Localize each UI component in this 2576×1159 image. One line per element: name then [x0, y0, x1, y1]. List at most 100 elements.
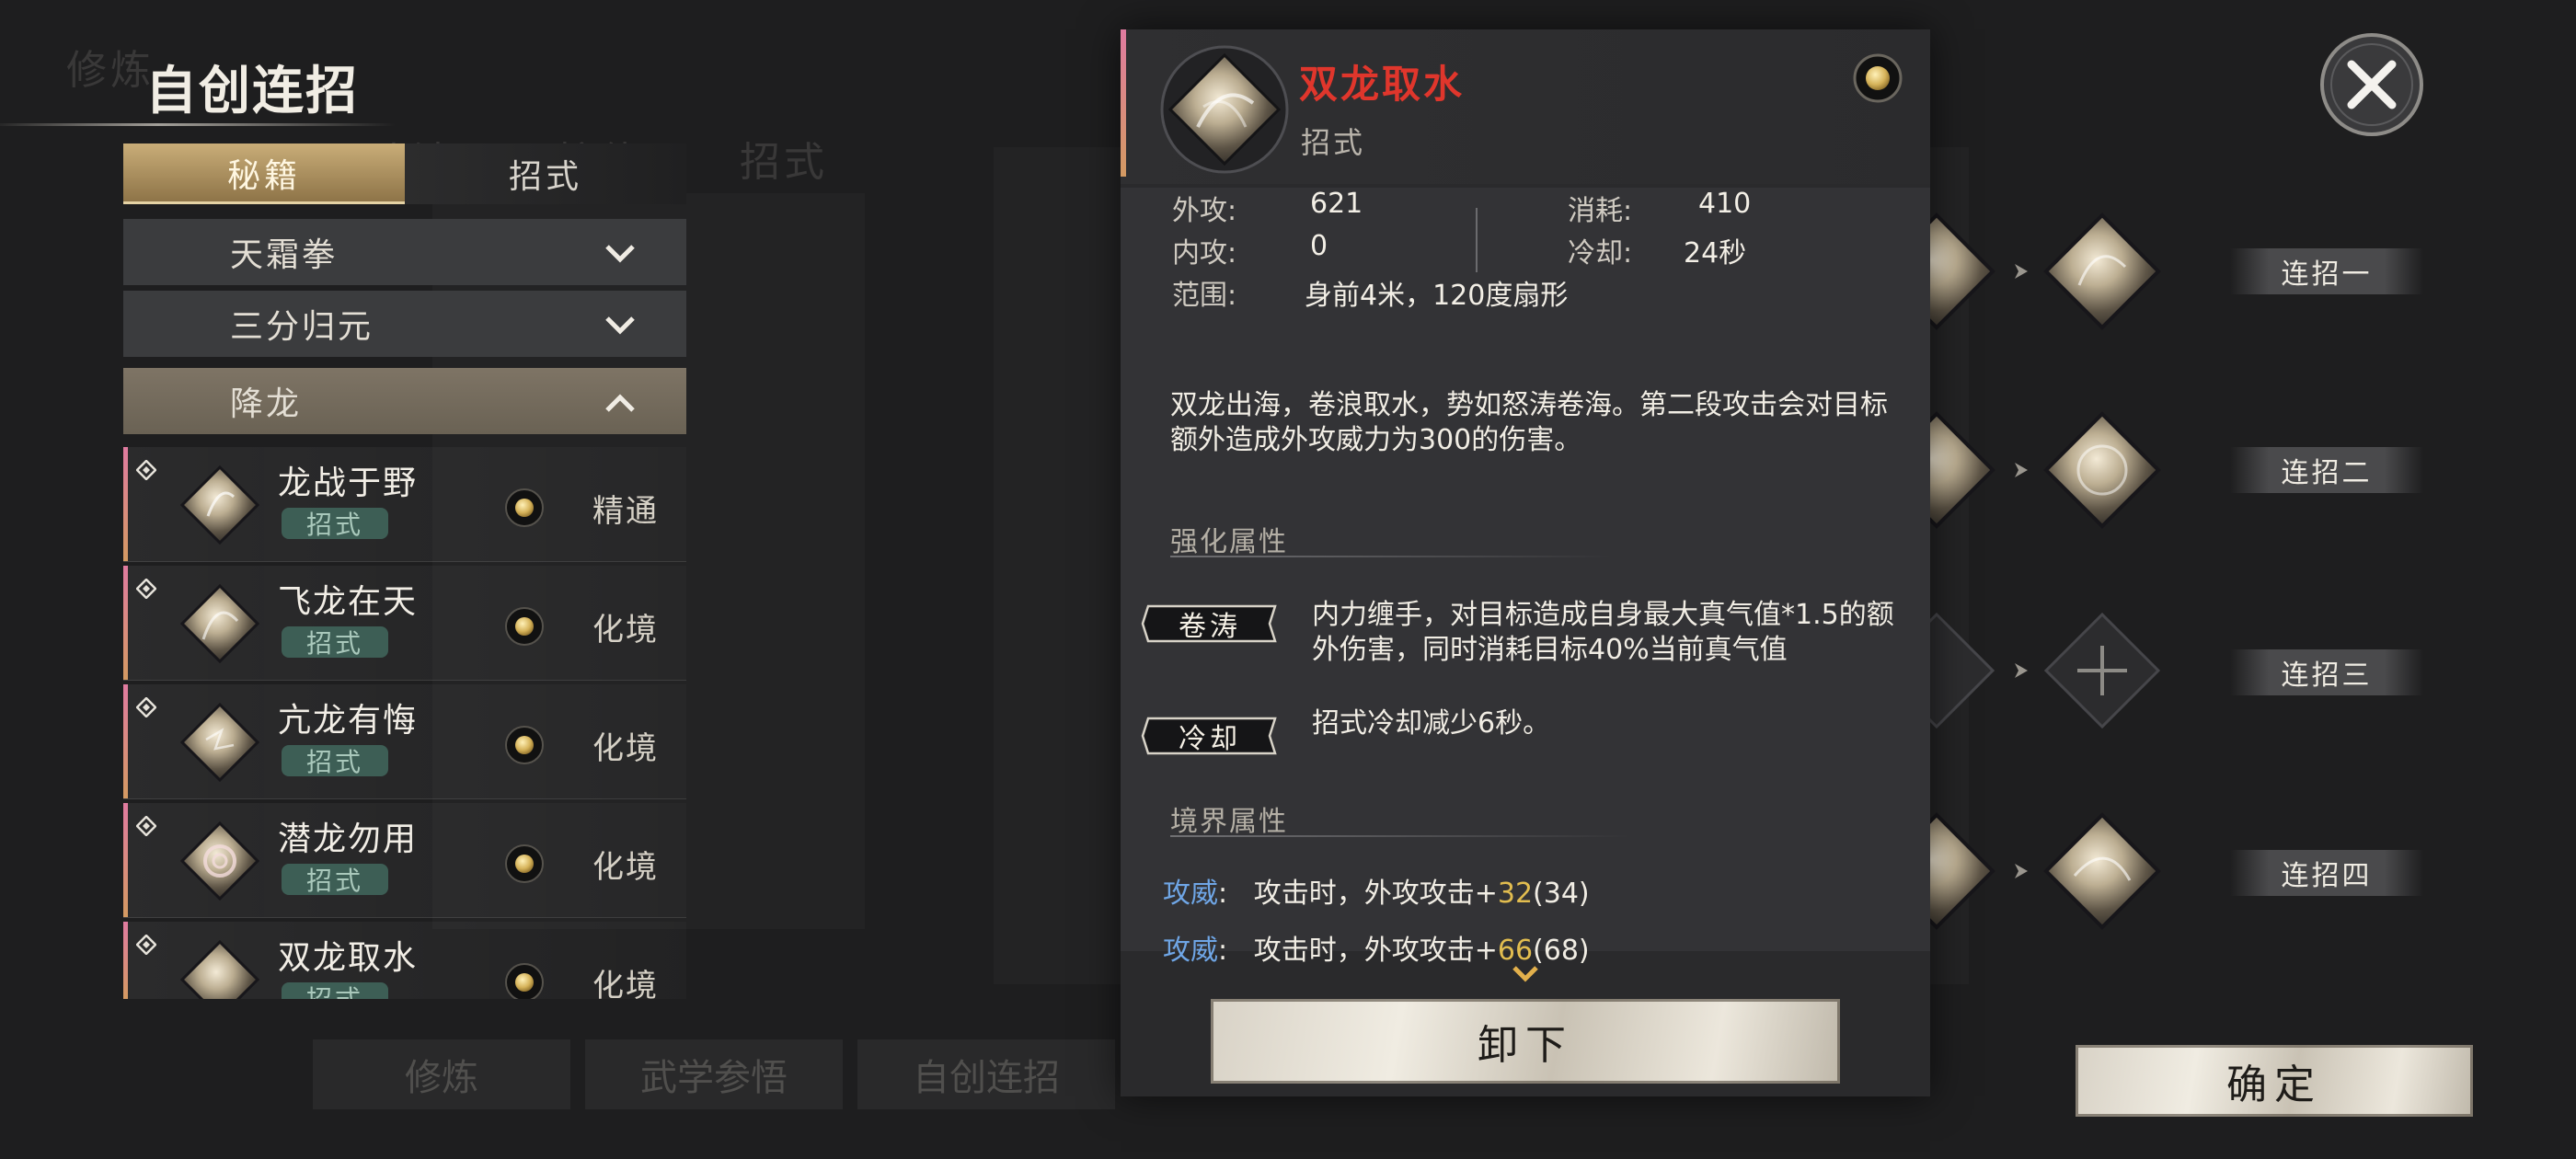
stat-value: 24秒 [1684, 237, 1747, 270]
combo-slot-icon[interactable] [2042, 410, 2162, 530]
move-type-tag: 招式 [282, 626, 388, 659]
skill-type: 招式 [1301, 125, 1366, 160]
arrow-right-icon [2015, 264, 2028, 279]
enhance-text: 内力缠手，对目标造成自身最大真气值*1.5的额外伤害，同时消耗目标40%当前真气… [1312, 599, 1894, 666]
category-label: 三分归元 [230, 308, 374, 346]
diamond-marker-icon [136, 460, 156, 480]
skill-thumbnail-icon [180, 821, 259, 901]
accent-bar [123, 922, 128, 999]
category-row-expanded[interactable]: 降龙 [123, 368, 686, 434]
arrow-right-icon [2015, 663, 2028, 678]
enhance-tag-label: 冷却 [1179, 723, 1241, 755]
move-name: 双龙取水 [278, 939, 419, 977]
bg-ghost-tab: 招式 [740, 139, 828, 186]
mastery-level: 化境 [592, 730, 659, 767]
mastery-level: 化境 [592, 968, 659, 999]
diamond-marker-icon [136, 935, 156, 955]
stat-label: 冷却: [1568, 237, 1633, 270]
category-row[interactable]: 三分归元 [123, 291, 686, 357]
move-list-item-selected[interactable]: 双龙取水 招式 化境 [123, 922, 686, 999]
combo-slot-label[interactable]: 连招三 [2230, 649, 2423, 695]
skill-detail-popup: 双龙取水 招式 外攻: 621 内攻: 0 消耗: 410 冷却: 24秒 范围… [1121, 29, 1930, 1096]
stat-value: 410 [1698, 188, 1752, 220]
accent-bar [123, 803, 128, 917]
section-title: 境界属性 [1170, 806, 1288, 838]
section-title: 强化属性 [1170, 526, 1288, 558]
move-name: 亢龙有悔 [278, 702, 419, 740]
diamond-marker-icon [136, 579, 156, 599]
accent-bar [123, 566, 128, 680]
accent-bar [123, 447, 128, 561]
arrow-right-icon [2015, 864, 2028, 878]
category-tab-row: 秘籍 招式 [123, 143, 686, 204]
move-name: 飞龙在天 [278, 583, 419, 621]
enhance-tag-label: 卷涛 [1179, 611, 1241, 643]
combo-slot-label[interactable]: 连招二 [2230, 447, 2423, 493]
diamond-marker-icon [136, 816, 156, 836]
move-list-item[interactable]: 飞龙在天 招式 化境 [123, 566, 686, 681]
realm-sep: : [1218, 878, 1228, 910]
stat-value: 0 [1310, 230, 1328, 262]
skill-thumbnail-icon [180, 465, 259, 545]
bg-bottom-tab: 自创连招 [857, 1039, 1115, 1109]
chevron-up-icon [605, 394, 635, 412]
skill-thumbnail-icon [180, 584, 259, 663]
move-list-item[interactable]: 亢龙有悔 招式 化境 [123, 684, 686, 799]
skill-stats-panel: 外攻: 621 内攻: 0 消耗: 410 冷却: 24秒 范围: 身前4米，1… [1121, 188, 1930, 967]
realm-key: 攻威 [1163, 878, 1218, 910]
combo-slot-label[interactable]: 连招四 [2230, 850, 2423, 896]
skill-name: 双龙取水 [1299, 62, 1466, 107]
confirm-button[interactable]: 确定 [2076, 1045, 2473, 1117]
detail-header: 双龙取水 招式 [1121, 29, 1930, 184]
arrow-right-icon [2015, 463, 2028, 477]
enhance-text: 招式冷却减少6秒。 [1312, 707, 1551, 740]
realm-key: 攻威 [1163, 935, 1218, 967]
realm-total: (34) [1533, 878, 1590, 910]
category-row[interactable]: 天霜拳 [123, 219, 686, 285]
move-list-item[interactable]: 龙战于野 招式 精通 [123, 447, 686, 562]
coin-icon [505, 488, 544, 527]
section-divider [1170, 556, 1612, 557]
stat-value: 身前4米，120度扇形 [1305, 280, 1569, 312]
mastery-level: 化境 [592, 849, 659, 886]
chevron-down-icon [605, 316, 635, 335]
skill-thumbnail-icon [180, 703, 259, 782]
close-icon[interactable] [2317, 29, 2427, 140]
tab-secret-book[interactable]: 秘籍 [123, 143, 405, 204]
realm-text: 攻击时，外攻攻击+ [1253, 935, 1498, 967]
combo-slot-icon[interactable] [2042, 212, 2162, 331]
chevron-down-icon [605, 245, 635, 263]
category-label: 降龙 [230, 385, 303, 423]
scroll-down-chevron-icon[interactable] [1511, 962, 1540, 984]
unequip-button[interactable]: 卸下 [1211, 999, 1840, 1084]
combo-slot-label[interactable]: 连招一 [2230, 248, 2423, 294]
stat-label: 外攻: [1172, 195, 1237, 227]
realm-bonus: 32 [1497, 878, 1534, 910]
mastery-level: 化境 [592, 612, 659, 648]
tab-moves[interactable]: 招式 [405, 143, 686, 204]
page-title: 自创连招 [145, 62, 359, 121]
bg-bottom-tab: 武学参悟 [585, 1039, 843, 1109]
stat-divider [1476, 208, 1478, 272]
combo-slot-icon[interactable] [2042, 811, 2162, 931]
mastery-level: 精通 [592, 493, 659, 530]
move-type-tag: 招式 [282, 864, 388, 896]
section-divider [1170, 835, 1630, 837]
accent-bar [1121, 29, 1126, 177]
stat-label: 范围: [1172, 280, 1237, 312]
move-list-item[interactable]: 潜龙勿用 招式 化境 [123, 803, 686, 918]
realm-sep: : [1218, 935, 1228, 967]
coin-icon [505, 963, 544, 999]
skill-large-icon [1160, 45, 1289, 174]
stat-label: 内攻: [1172, 237, 1237, 270]
coin-icon [1853, 53, 1903, 103]
stat-value: 621 [1310, 188, 1363, 220]
bg-ghost-title: 修炼 [66, 47, 155, 94]
plus-icon[interactable] [2042, 611, 2162, 730]
move-type-tag: 招式 [282, 745, 388, 777]
move-type-tag: 招式 [282, 982, 388, 999]
move-type-tag: 招式 [282, 508, 388, 540]
category-label: 天霜拳 [230, 236, 339, 274]
enhance-tag: 卷涛 [1141, 603, 1279, 644]
accent-bar [123, 684, 128, 798]
